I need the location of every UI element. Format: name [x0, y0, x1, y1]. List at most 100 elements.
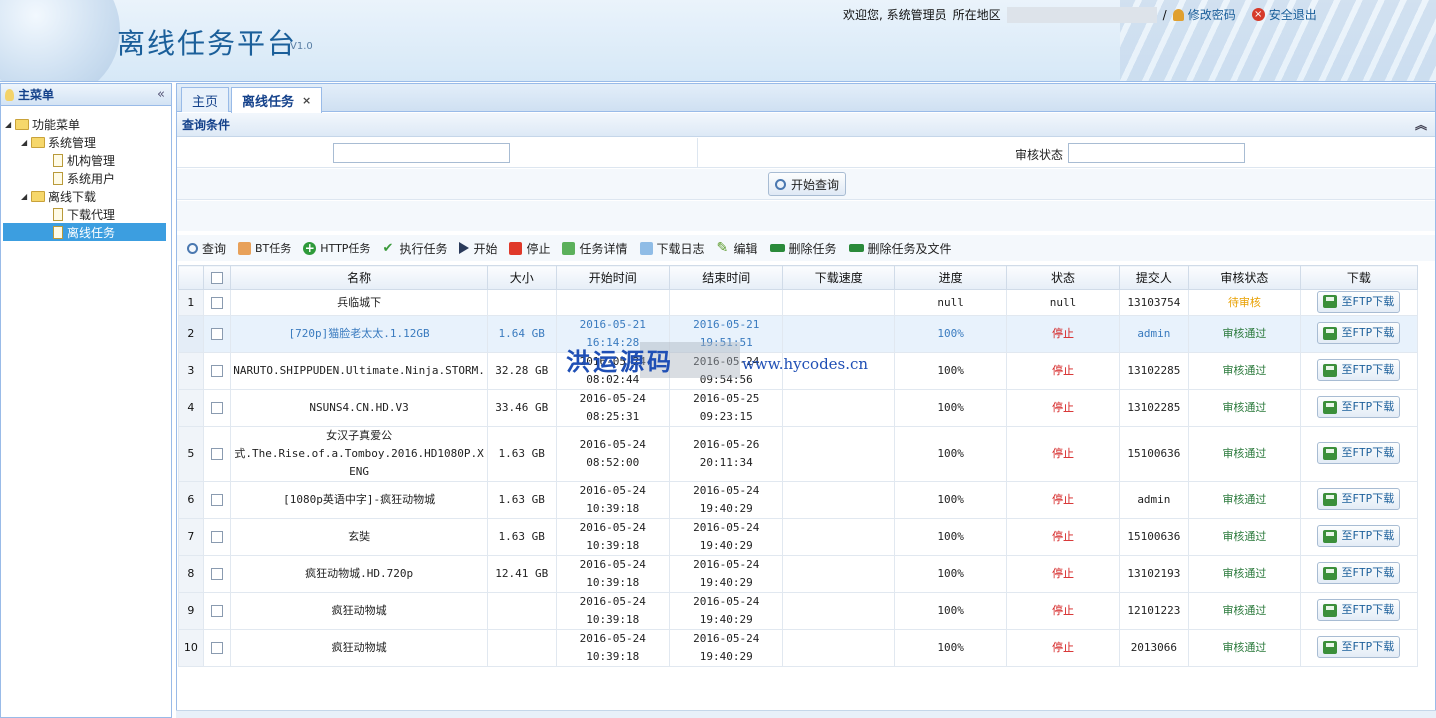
toolbar-button-check[interactable]: ✔ 执行任务: [382, 240, 447, 257]
ftp-download-button[interactable]: 至FTP下载: [1317, 488, 1401, 511]
tree-node-tasks[interactable]: 离线任务: [3, 223, 166, 241]
header-progress[interactable]: 进度: [893, 265, 1008, 290]
row-checkbox-cell[interactable]: [202, 555, 232, 593]
header-size[interactable]: 大小: [486, 265, 557, 290]
ftp-download-button[interactable]: 至FTP下载: [1317, 562, 1401, 585]
header-checkbox[interactable]: [202, 265, 232, 290]
table-row[interactable]: 10 疯狂动物城 2016-05-24 10:39:18 2016-05-24 19:…: [178, 629, 1419, 667]
row-checkbox-cell[interactable]: [202, 289, 232, 316]
tab-offline-tasks[interactable]: 离线任务 ×: [231, 87, 323, 113]
toolbar-button-bt[interactable]: BT任务: [238, 240, 291, 256]
cell-download: 至FTP下载: [1299, 352, 1419, 390]
cell-end: 2016-05-24 19:40:29: [668, 629, 784, 667]
tree-node-offline[interactable]: ◢ 离线下载: [21, 187, 96, 205]
row-checkbox[interactable]: [210, 568, 223, 580]
toolbar-button-delete-file[interactable]: 删除任务及文件: [848, 240, 952, 257]
status-input[interactable]: [1068, 143, 1245, 163]
row-checkbox-cell[interactable]: [202, 389, 232, 427]
header-end[interactable]: 结束时间: [668, 265, 784, 290]
tree-node-users[interactable]: 系统用户: [53, 169, 115, 187]
ftp-download-label: 至FTP下载: [1341, 529, 1395, 543]
toolbar-label: 删除任务: [788, 241, 837, 256]
tree-node-root[interactable]: ◢ 功能菜单: [5, 115, 80, 133]
tree-node-org[interactable]: 机构管理: [53, 151, 115, 169]
table-row[interactable]: 9 疯狂动物城 2016-05-24 10:39:18 2016-05-24 19:4…: [178, 592, 1419, 630]
header-name[interactable]: 名称: [230, 265, 488, 290]
cell-size: 1.63 GB: [486, 518, 557, 556]
ftp-download-button[interactable]: 至FTP下载: [1317, 636, 1401, 659]
ftp-download-label: 至FTP下载: [1341, 566, 1395, 580]
row-checkbox-cell[interactable]: [202, 352, 232, 390]
row-checkbox-cell[interactable]: [202, 315, 232, 353]
ftp-download-button[interactable]: 至FTP下载: [1317, 599, 1401, 622]
search-button[interactable]: 开始查询: [768, 172, 847, 196]
row-checkbox[interactable]: [210, 328, 223, 340]
header-audit[interactable]: 审核状态: [1188, 265, 1301, 290]
cell-end: 2016-05-24 19:40:29: [668, 518, 784, 556]
row-checkbox[interactable]: [210, 448, 223, 460]
logout-link[interactable]: × 安全退出: [1251, 6, 1317, 23]
row-checkbox[interactable]: [210, 605, 223, 617]
ftp-download-button[interactable]: 至FTP下载: [1317, 396, 1401, 419]
cell-submitter-text: 13102285: [1127, 364, 1181, 377]
row-checkbox-cell[interactable]: [202, 481, 232, 519]
expand-icon[interactable]: ◢: [21, 138, 31, 147]
cell-name-text: [720p]猫脸老太太.1.12GB: [288, 327, 430, 340]
close-icon[interactable]: ×: [302, 94, 311, 107]
ftp-download-button[interactable]: 至FTP下载: [1317, 322, 1401, 345]
table-row[interactable]: 7 玄奘 1.63 GB 2016-05-24 10:39:18 2016-05-24 …: [178, 518, 1419, 556]
ftp-download-button[interactable]: 至FTP下载: [1317, 525, 1401, 548]
name-input[interactable]: [333, 143, 510, 163]
table-row[interactable]: 6 [1080p英语中字]-疯狂动物城 1.63 GB 2016-05-24 10:3…: [178, 481, 1419, 519]
header-status[interactable]: 状态: [1006, 265, 1120, 290]
row-checkbox-cell[interactable]: [202, 518, 232, 556]
tree-node-system[interactable]: ◢ 系统管理: [21, 133, 96, 151]
collapse-icon[interactable]: «: [157, 87, 165, 102]
watermark-text: 洪运源码: [566, 348, 674, 376]
toolbar-button-play[interactable]: 开始: [459, 240, 497, 257]
toolbar-button-search[interactable]: 查询: [187, 240, 226, 257]
table-row[interactable]: 1 兵临城下 null null 13103754 待审核 至FTP下载: [178, 289, 1419, 316]
cell-speed: [782, 315, 895, 353]
ftp-download-button[interactable]: 至FTP下载: [1317, 359, 1401, 382]
toolbar-button-delete[interactable]: 删除任务: [769, 240, 837, 257]
select-all-checkbox[interactable]: [210, 272, 223, 284]
row-number-text: 7: [187, 530, 195, 543]
toolbar-button-log[interactable]: 下载日志: [639, 240, 705, 257]
cell-download: 至FTP下载: [1299, 629, 1419, 667]
tab-home[interactable]: 主页: [181, 87, 230, 112]
expand-icon[interactable]: ◢: [21, 192, 31, 201]
row-checkbox[interactable]: [210, 494, 223, 506]
user-icon: [1172, 8, 1184, 21]
toolbar-button-stop[interactable]: 停止: [509, 240, 550, 257]
row-checkbox[interactable]: [210, 402, 223, 414]
toolbar-button-detail[interactable]: 任务详情: [562, 240, 628, 257]
header-download[interactable]: 下载: [1299, 265, 1419, 290]
stop-icon: [509, 241, 523, 255]
fold-icon[interactable]: ︽: [1415, 116, 1427, 133]
row-checkbox[interactable]: [210, 296, 223, 309]
ftp-download-button[interactable]: 至FTP下载: [1317, 442, 1401, 465]
row-checkbox-cell[interactable]: [202, 592, 232, 630]
tree-node-proxy[interactable]: 下载代理: [53, 205, 115, 223]
row-checkbox[interactable]: [210, 365, 223, 377]
row-checkbox-cell[interactable]: [202, 629, 232, 667]
table-row[interactable]: 5 女汉子真爱公 式.The.Rise.of.a.Tomboy.2016.HD10…: [178, 426, 1419, 482]
row-checkbox[interactable]: [210, 531, 223, 543]
table-row[interactable]: 2 [720p]猫脸老太太.1.12GB 1.64 GB 2016-05-21 16:…: [178, 315, 1419, 353]
cell-audit-text: 审核通过: [1222, 401, 1267, 414]
table-row[interactable]: 4 NSUNS4.CN.HD.V3 33.46 GB 2016-05-24 08:25…: [178, 389, 1419, 427]
cell-size: [486, 289, 557, 316]
row-checkbox-cell[interactable]: [202, 426, 232, 482]
change-password-link[interactable]: 修改密码: [1172, 6, 1236, 23]
toolbar-button-plus[interactable]: + HTTP任务: [303, 240, 370, 256]
header-start[interactable]: 开始时间: [555, 265, 671, 290]
table-row[interactable]: 8 疯狂动物城.HD.720p 12.41 GB 2016-05-24 10:39:1…: [178, 555, 1419, 593]
tree-label: 离线下载: [48, 189, 97, 204]
expand-icon[interactable]: ◢: [5, 120, 15, 129]
row-checkbox[interactable]: [210, 642, 223, 654]
toolbar-button-pencil[interactable]: ✎ 编辑: [717, 240, 758, 257]
header-speed[interactable]: 下载速度: [782, 265, 895, 290]
ftp-download-button[interactable]: 至FTP下载: [1317, 290, 1401, 313]
header-submitter[interactable]: 提交人: [1118, 265, 1190, 290]
